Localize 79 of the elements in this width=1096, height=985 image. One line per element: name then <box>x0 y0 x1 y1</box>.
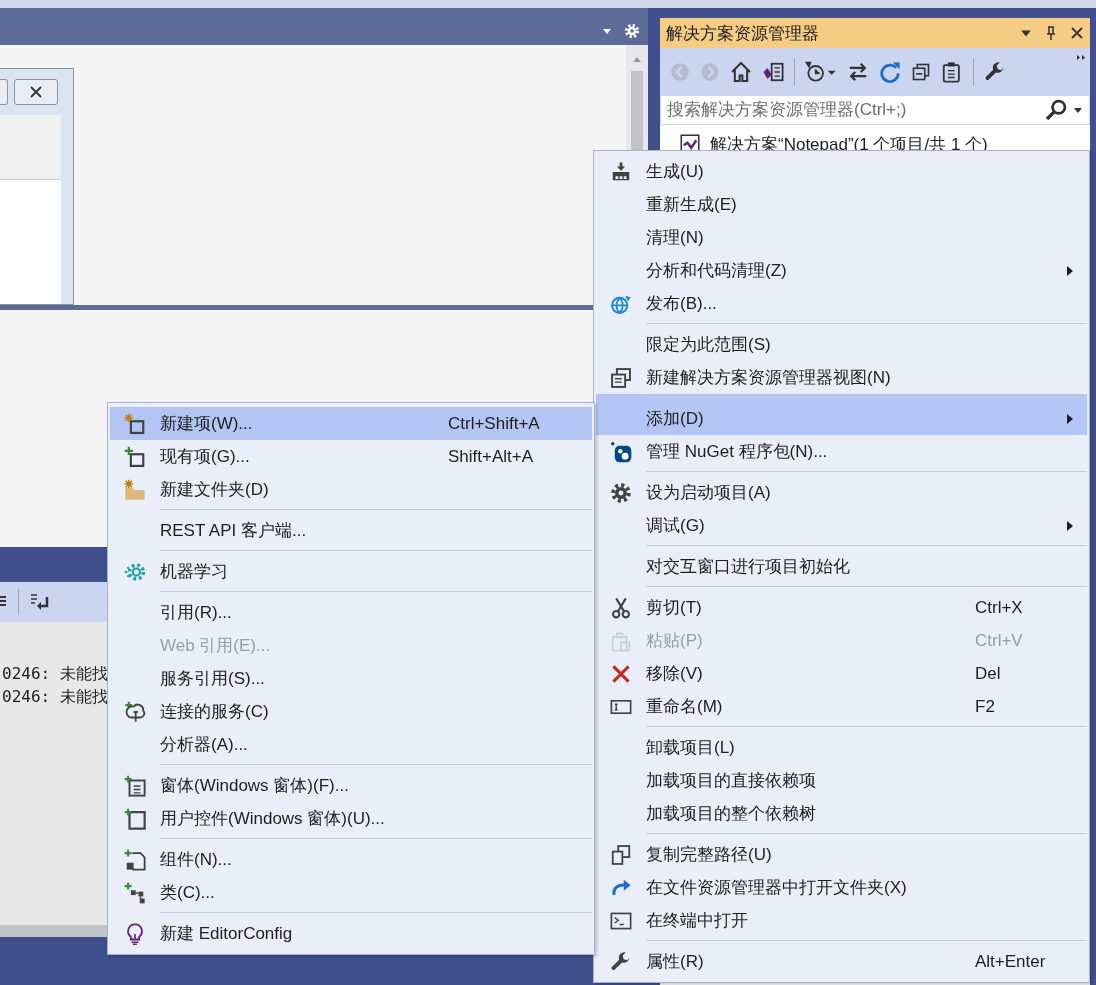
pages-icon[interactable] <box>941 60 963 83</box>
close-icon <box>29 85 43 99</box>
wrench-icon[interactable] <box>984 60 1006 83</box>
refresh-icon[interactable] <box>879 60 901 83</box>
collapse-icon[interactable] <box>911 61 931 82</box>
search-icon[interactable] <box>1045 99 1067 121</box>
menu-item[interactable]: 服务引用(S)... <box>110 662 592 695</box>
menu-item[interactable]: 管理 NuGet 程序包(N)... <box>596 435 1087 468</box>
build-icon <box>610 160 632 183</box>
menu-item[interactable]: 在文件资源管理器中打开文件夹(X) <box>596 871 1087 904</box>
component-icon <box>124 848 146 871</box>
package-icon <box>610 440 632 463</box>
settings-icon[interactable] <box>624 22 640 39</box>
menu-item[interactable]: 剪切(T) Ctrl+X <box>596 583 1087 624</box>
overflow-icon[interactable] <box>1076 54 1086 62</box>
menu-item[interactable]: 添加(D) <box>596 394 1087 435</box>
menu-item[interactable]: 分析和代码清理(Z) <box>596 254 1087 287</box>
menu-item[interactable]: 引用(R)... <box>110 588 592 629</box>
submenu-arrow-icon <box>1065 265 1075 276</box>
menu-item[interactable]: 在终端中打开 <box>596 904 1087 937</box>
menu-item[interactable]: 新建文件夹(D) <box>110 473 592 506</box>
history-icon[interactable] <box>805 60 837 83</box>
menu-item[interactable]: 窗体(Windows 窗体)(F)... <box>110 761 592 802</box>
form-icon <box>124 774 146 797</box>
plug-icon <box>124 700 146 723</box>
menu-item[interactable]: 移除(V) Del <box>596 657 1087 690</box>
menu-item[interactable]: 发布(B)... <box>596 287 1087 320</box>
menu-item[interactable]: 用户控件(Windows 窗体)(U)... <box>110 802 592 835</box>
delete-icon <box>610 662 632 685</box>
menu-item[interactable]: 分析器(A)... <box>110 728 592 761</box>
menu-item[interactable]: 生成(U) <box>596 155 1087 188</box>
menu-item[interactable]: 限定为此范围(S) <box>596 320 1087 361</box>
control-icon <box>124 807 146 830</box>
wrench-icon <box>610 950 632 973</box>
home-icon[interactable] <box>730 60 752 83</box>
menu-item[interactable]: 加载项目的直接依赖项 <box>596 764 1087 797</box>
menu-item[interactable]: 设为启动项目(A) <box>596 468 1087 509</box>
menu-item[interactable]: 卸载项目(L) <box>596 723 1087 764</box>
add-item-icon <box>124 445 146 468</box>
menu-item[interactable]: 加载项目的整个依赖树 <box>596 797 1087 830</box>
scissors-icon <box>610 596 632 619</box>
menu-item[interactable]: 重命名(M) F2 <box>596 690 1087 723</box>
menu-item[interactable]: 连接的服务(C) <box>110 695 592 728</box>
output-line: 0246: 未能找 <box>1 686 108 708</box>
menu-item[interactable]: 组件(N)... <box>110 835 592 876</box>
form-header <box>0 115 61 180</box>
panel-title: 解决方案资源管理器 <box>666 22 820 45</box>
pin-icon[interactable] <box>1044 26 1058 40</box>
submenu-arrow-icon <box>1065 520 1075 531</box>
sparkle-gear-icon <box>124 560 146 583</box>
class-icon <box>124 881 146 904</box>
sync-icon[interactable] <box>847 60 869 83</box>
menu-item[interactable]: REST API 客户端... <box>110 506 592 547</box>
gear-icon <box>610 481 632 504</box>
new-item-icon <box>124 412 146 435</box>
dropdown-icon[interactable] <box>1073 105 1083 115</box>
menu-item[interactable]: 机器学习 <box>110 547 592 588</box>
menu-item[interactable]: 属性(R) Alt+Enter <box>596 937 1087 978</box>
close-button[interactable] <box>14 79 58 105</box>
search-field[interactable]: 搜索解决方案资源管理器(Ctrl+;) <box>660 95 1090 125</box>
new-folder-icon <box>124 478 146 501</box>
copy-icon <box>610 843 632 866</box>
menu-item[interactable]: 复制完整路径(U) <box>596 830 1087 871</box>
lightbulb-icon <box>124 922 146 945</box>
menu-item[interactable]: 类(C)... <box>110 876 592 909</box>
menu-item[interactable]: 新建 EditorConfig <box>110 909 592 950</box>
window-button[interactable] <box>0 79 8 105</box>
menu-item[interactable]: 重新生成(E) <box>596 188 1087 221</box>
menu-item[interactable]: 新建项(W)... Ctrl+Shift+A <box>110 407 592 440</box>
menu-item[interactable]: 现有项(G)... Shift+Alt+A <box>110 440 592 473</box>
windows-icon <box>610 366 632 389</box>
menu-item[interactable]: 对交互窗口进行项目初始化 <box>596 542 1087 583</box>
solution-view-icon[interactable] <box>762 60 784 83</box>
menu-item[interactable]: 调试(G) <box>596 509 1087 542</box>
menu-item[interactable]: 新建解决方案资源管理器视图(N) <box>596 361 1087 394</box>
submenu-arrow-icon <box>1065 413 1075 424</box>
menu-item[interactable]: 清理(N) <box>596 221 1087 254</box>
output-line: 0246: 未能找 <box>1 663 108 685</box>
close-icon[interactable] <box>1070 26 1084 40</box>
